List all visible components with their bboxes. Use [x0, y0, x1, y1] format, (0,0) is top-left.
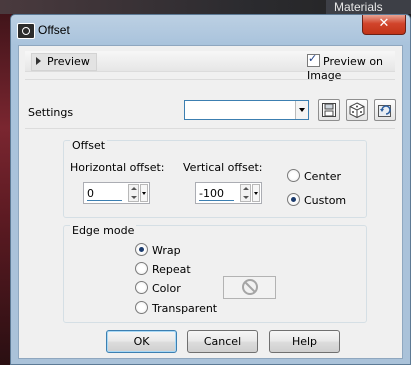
spin-dropdown-icon[interactable] [252, 184, 260, 202]
custom-radio[interactable]: Custom [287, 193, 346, 208]
reset-button[interactable] [374, 99, 396, 121]
edge-mode-group: Edge mode Wrap Repeat Color Transparent [63, 224, 367, 323]
edge-mode-repeat-radio[interactable]: Repeat [135, 262, 191, 277]
save-preset-icon [322, 103, 336, 117]
edge-mode-group-title: Edge mode [70, 224, 137, 237]
edge-mode-transparent-radio[interactable]: Transparent [135, 301, 217, 316]
cancel-button[interactable]: Cancel [187, 330, 258, 353]
value-underline [199, 200, 234, 201]
transparent-label: Transparent [152, 302, 218, 315]
repeat-label: Repeat [152, 263, 191, 276]
checkbox-box[interactable] [307, 52, 320, 67]
no-color-icon [242, 279, 258, 295]
offset-dialog: Offset ✕ Preview Preview on Image Settin… [10, 14, 411, 365]
vertical-offset-value: -100 [199, 187, 224, 200]
radio-button[interactable] [287, 193, 300, 206]
spin-dropdown-icon[interactable] [140, 184, 148, 202]
dialog-title: Offset [38, 23, 70, 37]
randomize-dice-icon [349, 102, 365, 118]
wrap-label: Wrap [152, 244, 181, 257]
dialog-client-area: Preview Preview on Image Settings [18, 45, 403, 359]
preview-toggle-button[interactable]: Preview [31, 53, 97, 71]
reset-icon [378, 105, 391, 117]
center-radio[interactable]: Center [287, 169, 341, 184]
edge-mode-color-radio[interactable]: Color [135, 281, 181, 296]
vertical-offset-input[interactable]: -100 [195, 182, 262, 204]
radio-button[interactable] [135, 301, 148, 314]
horizontal-offset-input[interactable]: 0 [83, 182, 150, 204]
settings-dropdown[interactable] [184, 100, 309, 120]
edge-color-swatch[interactable] [223, 276, 276, 299]
radio-button[interactable] [135, 281, 148, 294]
radio-button[interactable] [287, 169, 300, 182]
dropdown-arrow-icon[interactable] [295, 101, 308, 119]
expand-triangle-icon [36, 57, 41, 65]
preview-bar: Preview Preview on Image [25, 51, 395, 82]
preview-label: Preview [47, 55, 90, 68]
radio-button[interactable] [135, 262, 148, 275]
vertical-offset-label: Vertical offset: [183, 161, 263, 174]
spin-arrows-icon[interactable] [128, 184, 139, 202]
divider [25, 79, 395, 80]
edge-mode-wrap-radio[interactable]: Wrap [135, 243, 181, 258]
offset-group-title: Offset [70, 139, 108, 152]
help-button[interactable]: Help [269, 330, 340, 353]
close-button[interactable]: ✕ [362, 15, 406, 35]
color-label: Color [152, 282, 181, 295]
value-underline [87, 200, 122, 201]
horizontal-offset-value: 0 [87, 187, 94, 200]
camera-icon [17, 23, 35, 39]
offset-group: Offset Horizontal offset: 0 Vertical off… [63, 139, 367, 218]
divider [25, 128, 395, 129]
radio-button[interactable] [135, 243, 148, 256]
horizontal-offset-label: Horizontal offset: [70, 161, 165, 174]
center-label: Center [304, 170, 342, 183]
save-preset-button[interactable] [318, 99, 340, 121]
custom-label: Custom [304, 194, 347, 207]
randomize-button[interactable] [346, 99, 368, 121]
ok-button[interactable]: OK [106, 330, 177, 353]
settings-label: Settings [28, 106, 74, 119]
materials-palette-tab[interactable]: Materials [326, 0, 411, 14]
spin-arrows-icon[interactable] [240, 184, 251, 202]
title-bar[interactable]: Offset ✕ [11, 15, 410, 45]
